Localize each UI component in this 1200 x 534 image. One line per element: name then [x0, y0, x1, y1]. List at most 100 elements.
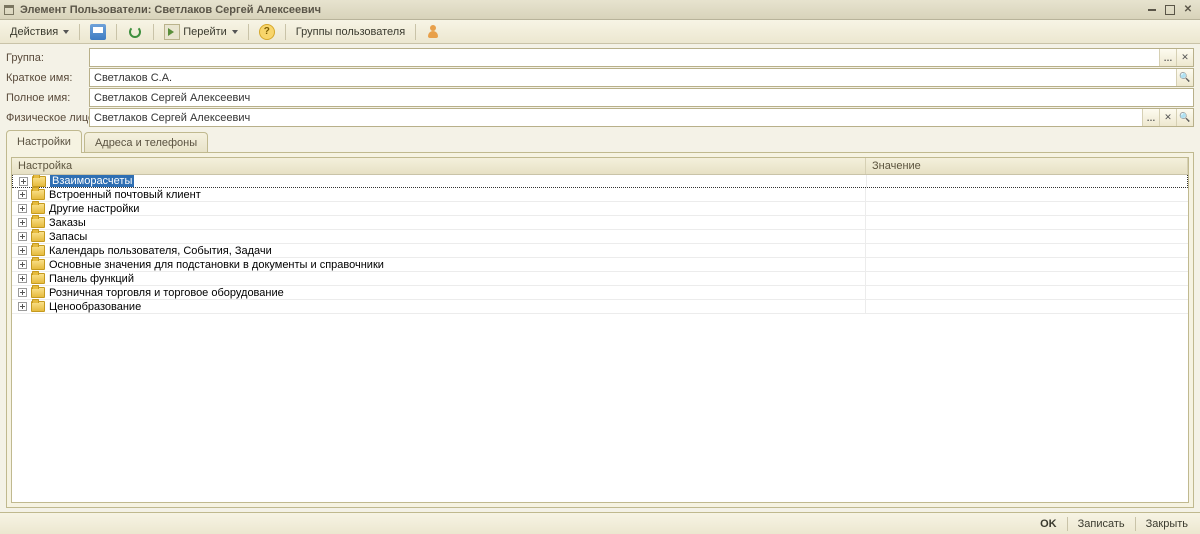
- folder-icon: [31, 245, 45, 256]
- row-label: Запасы: [49, 231, 87, 243]
- person-select-button[interactable]: [1142, 109, 1159, 126]
- settings-grid: Настройка Значение Взаиморасчеты Встроенн…: [11, 157, 1189, 503]
- expand-icon[interactable]: [18, 246, 27, 255]
- navigate-icon: [164, 24, 180, 40]
- tab-panel: Настройка Значение Взаиморасчеты Встроенн…: [6, 152, 1194, 508]
- footer-bar: OK Записать Закрыть: [0, 512, 1200, 534]
- expand-icon[interactable]: [19, 177, 28, 186]
- toolbar-separator: [116, 24, 117, 40]
- maximize-button[interactable]: [1162, 3, 1178, 17]
- row-label: Основные значения для подстановки в доку…: [49, 259, 384, 271]
- shortname-lookup-button[interactable]: [1176, 69, 1193, 86]
- save-button[interactable]: Записать: [1074, 515, 1129, 533]
- folder-icon: [31, 301, 45, 312]
- tabbar: Настройки Адреса и телефоны: [0, 130, 1200, 152]
- window-close-button[interactable]: [1180, 3, 1196, 17]
- user-icon: [426, 24, 442, 40]
- table-row[interactable]: Розничная торговля и торговое оборудован…: [12, 286, 1188, 300]
- table-row[interactable]: Заказы: [12, 216, 1188, 230]
- ok-button[interactable]: OK: [1036, 515, 1061, 533]
- row-label: Панель функций: [49, 273, 134, 285]
- table-row[interactable]: Ценообразование: [12, 300, 1188, 314]
- group-clear-button[interactable]: [1176, 49, 1193, 66]
- group-field[interactable]: [89, 48, 1194, 67]
- shortname-input[interactable]: [90, 69, 1176, 86]
- group-input[interactable]: [90, 49, 1159, 66]
- row-label: Другие настройки: [49, 203, 139, 215]
- fullname-field[interactable]: [89, 88, 1194, 107]
- user-button[interactable]: [420, 22, 448, 42]
- tab-settings[interactable]: Настройки: [6, 130, 82, 152]
- goto-menu-label: Перейти: [183, 26, 227, 38]
- folder-icon: [31, 203, 45, 214]
- tab-addresses[interactable]: Адреса и телефоны: [84, 132, 208, 152]
- toolbar-separator: [248, 24, 249, 40]
- window-icon: [4, 5, 16, 15]
- row-label: Ценообразование: [49, 301, 141, 313]
- tab-settings-label: Настройки: [17, 136, 71, 148]
- row-label: Взаиморасчеты: [50, 175, 134, 187]
- person-field[interactable]: [89, 108, 1194, 127]
- row-label: Заказы: [49, 217, 86, 229]
- toolbar-separator: [79, 24, 80, 40]
- window-title: Элемент Пользователи: Светлаков Сергей А…: [20, 4, 321, 16]
- person-input[interactable]: [90, 109, 1142, 126]
- table-row[interactable]: Другие настройки: [12, 202, 1188, 216]
- folder-icon: [32, 176, 46, 187]
- folder-icon: [31, 287, 45, 298]
- folder-icon: [31, 273, 45, 284]
- dropdown-arrow-icon: [232, 30, 238, 34]
- group-label: Группа:: [6, 52, 89, 64]
- table-row[interactable]: Календарь пользователя, События, Задачи: [12, 244, 1188, 258]
- expand-icon[interactable]: [18, 260, 27, 269]
- folder-icon: [31, 217, 45, 228]
- tab-addresses-label: Адреса и телефоны: [95, 137, 197, 149]
- refresh-button[interactable]: [121, 22, 149, 42]
- toolbar: Действия Перейти Группы пользователя: [0, 20, 1200, 44]
- refresh-icon: [129, 26, 141, 38]
- footer-separator: [1067, 517, 1068, 531]
- user-groups-button[interactable]: Группы пользователя: [290, 22, 411, 42]
- column-header-value[interactable]: Значение: [866, 158, 1188, 174]
- shortname-label: Краткое имя:: [6, 72, 89, 84]
- close-button[interactable]: Закрыть: [1142, 515, 1192, 533]
- group-select-button[interactable]: [1159, 49, 1176, 66]
- fullname-input[interactable]: [90, 89, 1193, 106]
- table-row[interactable]: Запасы: [12, 230, 1188, 244]
- grid-body[interactable]: Взаиморасчеты Встроенный почтовый клиент Д…: [12, 175, 1188, 502]
- person-clear-button[interactable]: [1159, 109, 1176, 126]
- help-icon: [259, 24, 275, 40]
- table-row[interactable]: Панель функций: [12, 272, 1188, 286]
- actions-menu-label: Действия: [10, 26, 58, 38]
- row-label: Розничная торговля и торговое оборудован…: [49, 287, 284, 299]
- goto-menu-button[interactable]: Перейти: [158, 22, 244, 42]
- table-row[interactable]: Основные значения для подстановки в доку…: [12, 258, 1188, 272]
- help-button[interactable]: [253, 22, 281, 42]
- disk-icon: [90, 24, 106, 40]
- table-row[interactable]: Взаиморасчеты: [12, 175, 1188, 188]
- save-button[interactable]: [84, 22, 112, 42]
- fullname-label: Полное имя:: [6, 92, 89, 104]
- toolbar-separator: [153, 24, 154, 40]
- expand-icon[interactable]: [18, 232, 27, 241]
- folder-icon: [31, 189, 45, 200]
- dropdown-arrow-icon: [63, 30, 69, 34]
- expand-icon[interactable]: [18, 204, 27, 213]
- expand-icon[interactable]: [18, 274, 27, 283]
- shortname-field[interactable]: [89, 68, 1194, 87]
- toolbar-separator: [285, 24, 286, 40]
- folder-icon: [31, 231, 45, 242]
- expand-icon[interactable]: [18, 288, 27, 297]
- footer-separator: [1135, 517, 1136, 531]
- folder-icon: [31, 259, 45, 270]
- expand-icon[interactable]: [18, 302, 27, 311]
- row-label: Встроенный почтовый клиент: [49, 189, 201, 201]
- person-lookup-button[interactable]: [1176, 109, 1193, 126]
- table-row[interactable]: Встроенный почтовый клиент: [12, 188, 1188, 202]
- expand-icon[interactable]: [18, 218, 27, 227]
- grid-header: Настройка Значение: [12, 158, 1188, 175]
- actions-menu-button[interactable]: Действия: [4, 22, 75, 42]
- column-header-setting[interactable]: Настройка: [12, 158, 866, 174]
- expand-icon[interactable]: [18, 190, 27, 199]
- minimize-button[interactable]: [1144, 3, 1160, 17]
